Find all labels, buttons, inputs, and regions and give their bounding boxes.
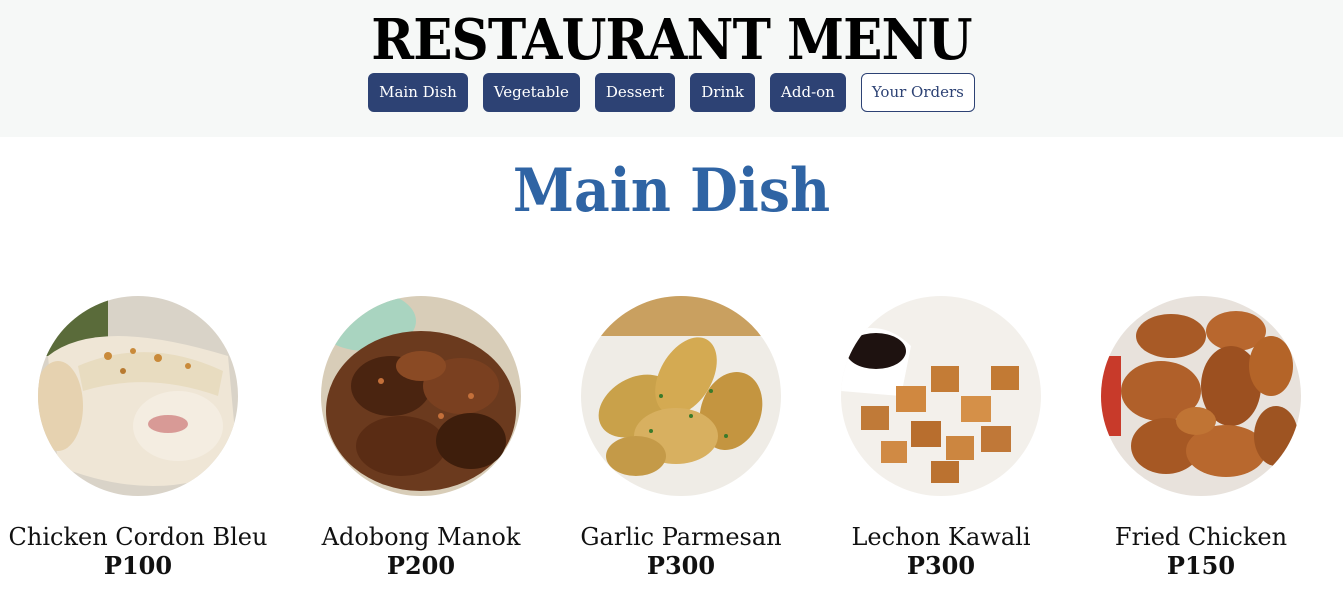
- lechon-kawali-image[interactable]: [841, 296, 1041, 496]
- item-name: Chicken Cordon Bleu: [8, 523, 268, 551]
- menu-item-adobong-manok[interactable]: Adobong Manok P200: [291, 296, 551, 580]
- garlic-parmesan-image[interactable]: [581, 296, 781, 496]
- item-price: P300: [646, 551, 716, 580]
- section-title: Main Dish: [512, 156, 831, 226]
- item-name: Lechon Kawali: [851, 523, 1031, 551]
- menu-item-lechon-kawali[interactable]: Lechon Kawali P300: [811, 296, 1071, 580]
- restaurant-title: RESTAURANT MENU: [371, 7, 972, 73]
- item-name: Fried Chicken: [1114, 523, 1288, 551]
- item-name: Adobong Manok: [321, 523, 521, 551]
- menu-item-garlic-parmesan[interactable]: Garlic Parmesan P300: [551, 296, 811, 580]
- nav-vegetable-button[interactable]: Vegetable: [482, 73, 580, 112]
- chicken-cordon-bleu-image[interactable]: [38, 296, 238, 496]
- category-nav: Main Dish Vegetable Dessert Drink Add-on…: [0, 73, 1343, 112]
- adobong-manok-image[interactable]: [321, 296, 521, 496]
- nav-main-dish-button[interactable]: Main Dish: [368, 73, 468, 112]
- your-orders-button[interactable]: Your Orders: [860, 73, 975, 112]
- item-price: P150: [1166, 551, 1236, 580]
- menu-item-fried-chicken[interactable]: Fried Chicken P150: [1071, 296, 1331, 580]
- header: RESTAURANT MENU Main Dish Vegetable Dess…: [0, 0, 1343, 137]
- menu-item-chicken-cordon-bleu[interactable]: Chicken Cordon Bleu P100: [8, 296, 268, 580]
- item-name: Garlic Parmesan: [580, 523, 782, 551]
- nav-drink-button[interactable]: Drink: [690, 73, 756, 112]
- nav-add-on-button[interactable]: Add-on: [770, 73, 846, 112]
- item-price: P100: [103, 551, 173, 580]
- nav-dessert-button[interactable]: Dessert: [594, 73, 676, 112]
- fried-chicken-image[interactable]: [1101, 296, 1301, 496]
- item-price: P300: [906, 551, 976, 580]
- item-price: P200: [386, 551, 456, 580]
